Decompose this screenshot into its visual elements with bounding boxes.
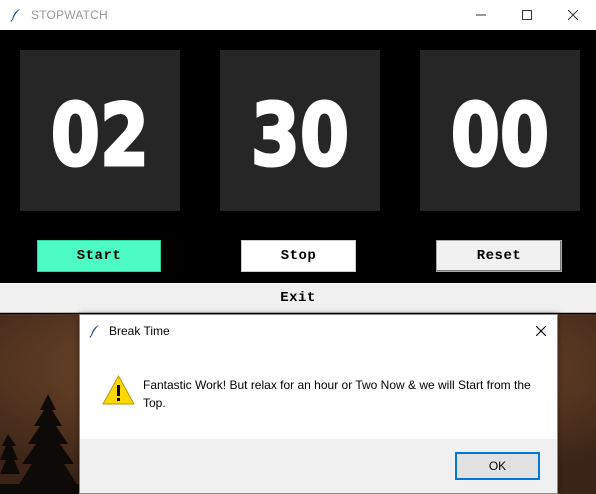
break-time-dialog: Break Time Fantastic Work! But relax for… xyxy=(79,314,558,494)
hours-display: 02 xyxy=(20,50,180,211)
minutes-value: 30 xyxy=(251,85,349,186)
dialog-title: Break Time xyxy=(109,323,170,338)
maximize-icon xyxy=(522,10,532,20)
dialog-content: Fantastic Work! But relax for an hour or… xyxy=(80,346,557,439)
feather-icon xyxy=(10,9,20,22)
dialog-close-button[interactable] xyxy=(525,315,557,346)
window-titlebar: STOPWATCH xyxy=(0,0,596,30)
reset-button[interactable]: Reset xyxy=(436,240,562,272)
dialog-footer: OK xyxy=(80,439,557,493)
minimize-icon xyxy=(476,14,486,16)
warning-icon xyxy=(102,374,135,405)
stop-button[interactable]: Stop xyxy=(241,240,356,272)
close-icon xyxy=(568,10,578,20)
seconds-display: 00 xyxy=(420,50,580,211)
close-icon xyxy=(536,325,546,336)
minutes-display: 30 xyxy=(220,50,380,211)
dialog-titlebar: Break Time xyxy=(80,315,557,346)
hours-value: 02 xyxy=(51,85,149,186)
close-button[interactable] xyxy=(550,0,596,30)
exit-button[interactable]: Exit xyxy=(0,283,596,313)
start-button[interactable]: Start xyxy=(37,240,161,272)
maximize-button[interactable] xyxy=(504,0,550,30)
ok-button[interactable]: OK xyxy=(455,452,540,480)
window-title: STOPWATCH xyxy=(31,8,108,22)
minimize-button[interactable] xyxy=(458,0,504,30)
feather-icon xyxy=(89,324,99,338)
dialog-message: Fantastic Work! But relax for an hour or… xyxy=(143,378,531,410)
window-controls xyxy=(458,0,596,30)
seconds-value: 00 xyxy=(451,85,549,186)
